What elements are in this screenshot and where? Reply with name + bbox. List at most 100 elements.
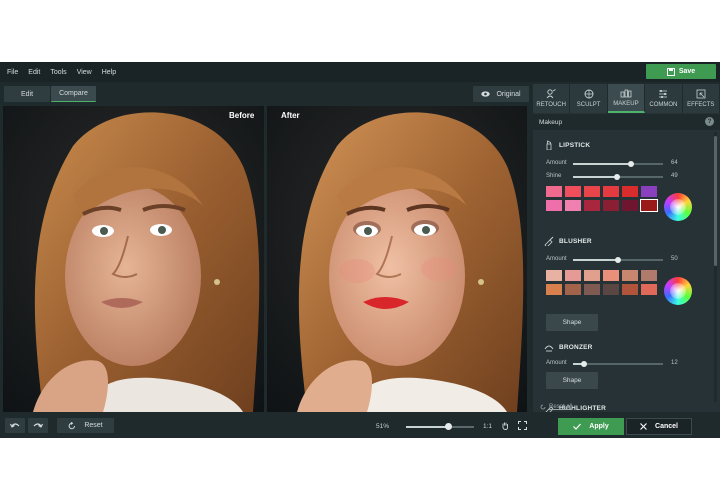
compare-view-label: Compare [59, 90, 88, 97]
bronzer-shape-label: Shape [562, 377, 582, 384]
lipstick-shine-slider[interactable] [573, 173, 663, 180]
cancel-button[interactable]: Cancel [626, 418, 692, 435]
menu-tools[interactable]: Tools [50, 69, 66, 76]
tab-retouch[interactable]: RETOUCH [533, 84, 571, 113]
color-swatch[interactable] [565, 200, 581, 211]
undo-button[interactable] [5, 418, 25, 433]
reset-all-label: Reset all [549, 404, 573, 410]
menu-file[interactable]: File [7, 69, 18, 76]
tab-effects-label: EFFECTS [687, 102, 715, 108]
after-label: After [281, 111, 300, 120]
color-swatch[interactable] [565, 284, 581, 295]
lipstick-title: LIPSTICK [559, 142, 591, 149]
color-swatch[interactable] [546, 284, 562, 295]
redo-button[interactable] [28, 418, 48, 433]
brush-icon [544, 236, 554, 246]
color-swatch[interactable] [584, 270, 600, 281]
tab-makeup-label: MAKEUP [613, 101, 639, 107]
blusher-amount-slider[interactable] [573, 256, 663, 263]
menu-help[interactable]: Help [102, 69, 116, 76]
makeup-icon [620, 89, 632, 98]
tab-makeup[interactable]: MAKEUP [607, 84, 646, 113]
lipstick-amount-value: 64 [671, 160, 678, 166]
tab-sculpt[interactable]: SCULPT [570, 84, 608, 113]
bronzer-amount-value: 12 [671, 360, 678, 366]
color-swatch[interactable] [641, 186, 657, 197]
color-swatch[interactable] [546, 200, 562, 211]
app-window: File Edit Tools View Help Save Edit Comp… [0, 62, 720, 438]
eye-icon [481, 91, 491, 97]
tab-sculpt-label: SCULPT [576, 102, 601, 108]
color-swatch[interactable] [584, 284, 600, 295]
save-button[interactable]: Save [646, 64, 716, 79]
menu-edit[interactable]: Edit [28, 69, 40, 76]
undo-icon [10, 423, 20, 428]
hand-tool-icon[interactable] [501, 421, 510, 430]
blusher-amount-label: Amount [546, 256, 567, 262]
help-icon[interactable]: ? [705, 117, 714, 126]
tab-retouch-label: RETOUCH [536, 102, 566, 108]
color-swatch[interactable] [622, 186, 638, 197]
color-swatch[interactable] [641, 270, 657, 281]
color-swatch[interactable] [640, 199, 658, 212]
slider-fill [573, 163, 631, 165]
reset-all-link[interactable]: Reset all [540, 404, 572, 410]
tool-tabs: RETOUCH SCULPT MAKEUP COMMON EFFECTS [533, 84, 720, 113]
photo-canvas[interactable]: Before After [3, 106, 527, 412]
compare-view-button[interactable]: Compare [51, 86, 96, 102]
lipstick-amount-slider[interactable] [573, 160, 663, 167]
menu-view[interactable]: View [77, 69, 92, 76]
original-label: Original [496, 90, 521, 98]
reset-button[interactable]: Reset [57, 418, 114, 433]
color-swatch[interactable] [622, 284, 638, 295]
blusher-title: BLUSHER [559, 238, 592, 245]
panel-scrollbar[interactable] [714, 132, 717, 402]
color-swatch[interactable] [603, 270, 619, 281]
blusher-shape-label: Shape [562, 319, 582, 326]
panel-scrollbar-thumb[interactable] [714, 136, 717, 266]
tab-common[interactable]: COMMON [645, 84, 683, 113]
tab-effects[interactable]: EFFECTS [682, 84, 720, 113]
color-swatch[interactable] [622, 200, 638, 211]
slider-knob[interactable] [627, 160, 634, 167]
color-swatch[interactable] [622, 270, 638, 281]
color-swatch[interactable] [641, 284, 657, 295]
color-swatch[interactable] [603, 284, 619, 295]
panel-title: Makeup [539, 118, 563, 126]
slider-knob[interactable] [615, 256, 621, 263]
blusher-color-wheel[interactable] [664, 277, 692, 305]
edit-view-label: Edit [20, 90, 34, 98]
color-swatch[interactable] [584, 200, 600, 211]
after-photo: After [267, 106, 527, 412]
cancel-label: Cancel [655, 423, 678, 430]
slider-knob[interactable] [580, 360, 587, 367]
color-swatch[interactable] [603, 200, 619, 211]
color-swatch[interactable] [584, 186, 600, 197]
save-label: Save [678, 68, 696, 75]
fit-screen-icon[interactable] [518, 421, 527, 430]
bronzer-shape-button[interactable]: Shape [546, 372, 598, 389]
actual-size-button[interactable]: 1:1 [483, 423, 492, 430]
color-swatch[interactable] [565, 270, 581, 281]
zoom-slider-fill [406, 426, 449, 428]
blusher-shape-button[interactable]: Shape [546, 314, 598, 331]
bronzer-title: BRONZER [559, 344, 593, 351]
save-icon [666, 67, 675, 76]
color-swatch[interactable] [546, 186, 562, 197]
apply-button[interactable]: Apply [558, 418, 624, 435]
color-swatch[interactable] [546, 270, 562, 281]
panel-header: Makeup ? [533, 114, 720, 130]
effects-icon [696, 89, 706, 99]
reset-icon [69, 421, 76, 429]
slider-knob[interactable] [614, 173, 621, 180]
bronzer-amount-slider[interactable] [573, 360, 663, 367]
edit-view-button[interactable]: Edit [4, 86, 50, 102]
color-swatch[interactable] [603, 186, 619, 197]
zoom-slider-knob[interactable] [444, 423, 452, 430]
original-toggle-button[interactable]: Original [473, 86, 529, 102]
menu-bar: File Edit Tools View Help Save [0, 62, 720, 82]
zoom-slider[interactable] [406, 423, 474, 430]
zoom-percent: 51% [376, 423, 390, 430]
lipstick-color-wheel[interactable] [664, 193, 692, 221]
color-swatch[interactable] [565, 186, 581, 197]
